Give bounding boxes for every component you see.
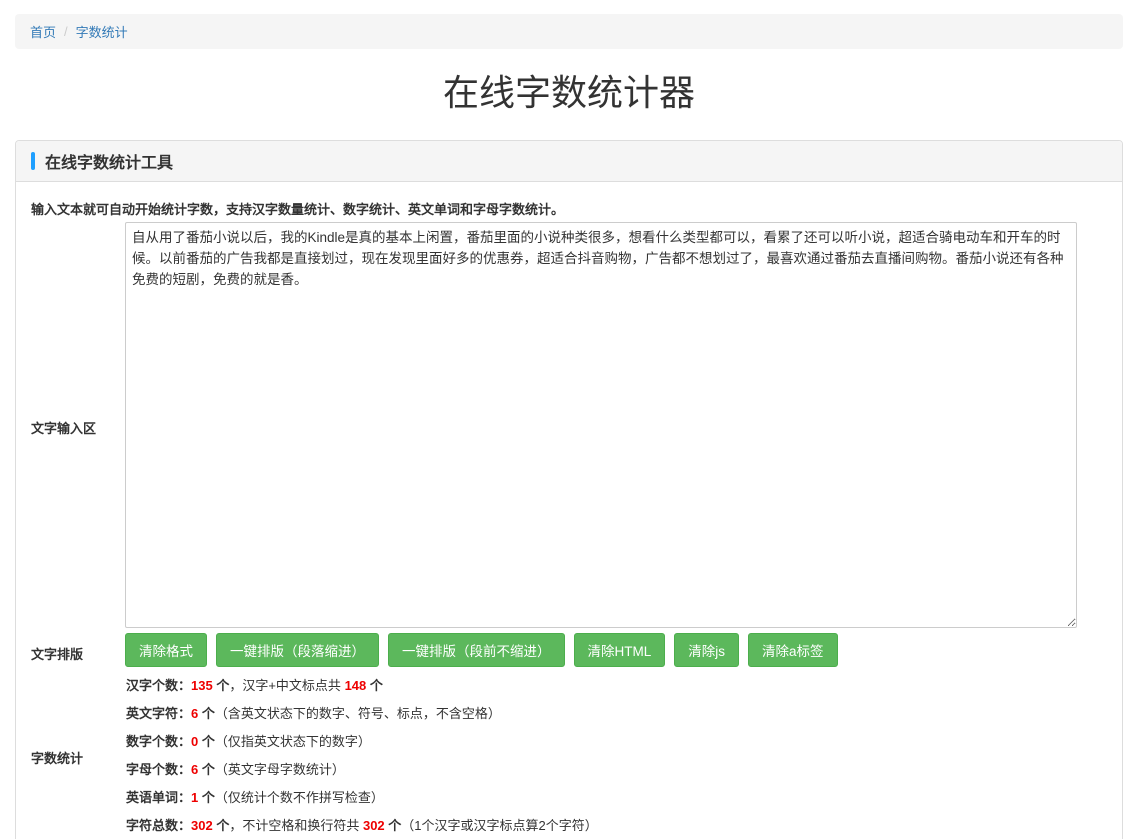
stat-digits: 数字个数：0 个（仅指英文状态下的数字）: [126, 734, 371, 749]
stat-english-chars: 英文字符：6 个（含英文状态下的数字、符号、标点，不含空格）: [126, 706, 501, 721]
stat-total: 字符总数：302 个，不计空格和换行符共 302 个（1个汉字或汉字标点算2个字…: [126, 818, 598, 833]
text-input-area[interactable]: 自从用了番茄小说以后，我的Kindle是真的基本上闲置，番茄里面的小说种类很多，…: [125, 222, 1077, 628]
format-label: 文字排版: [31, 647, 84, 662]
stats-label: 字数统计: [31, 751, 84, 766]
stat-words: 英语单词：1 个（仅统计个数不作拼写检查）: [126, 790, 384, 805]
clear-format-button[interactable]: 清除格式: [125, 633, 207, 667]
word-count-panel: 在线字数统计工具 输入文本就可自动开始统计字数，支持汉字数量统计、数字统计、英文…: [15, 140, 1123, 839]
format-indent-button[interactable]: 一键排版（段落缩进）: [216, 633, 379, 667]
clear-js-button[interactable]: 清除js: [674, 633, 739, 667]
breadcrumb: 首页 / 字数统计: [15, 14, 1123, 49]
breadcrumb-separator: /: [64, 24, 68, 39]
clear-html-button[interactable]: 清除HTML: [573, 633, 666, 667]
panel-heading: 在线字数统计工具: [16, 141, 1122, 182]
format-button-row: 清除格式 一键排版（段落缩进） 一键排版（段前不缩进） 清除HTML 清除js …: [125, 633, 838, 667]
stat-letters: 字母个数：6 个（英文字母字数统计）: [126, 762, 345, 777]
input-area-label: 文字输入区: [31, 421, 97, 436]
panel-title: 在线字数统计工具: [45, 155, 174, 172]
stat-hanzi: 汉字个数：135 个，汉字+中文标点共 148 个: [126, 678, 383, 693]
heading-accent-bar: [31, 152, 35, 170]
breadcrumb-current-link[interactable]: 字数统计: [76, 22, 128, 41]
stats-list: 汉字个数：135 个，汉字+中文标点共 148 个 英文字符：6 个（含英文状态…: [126, 677, 598, 839]
clear-a-tag-button[interactable]: 清除a标签: [748, 633, 838, 667]
format-no-indent-button[interactable]: 一键排版（段前不缩进）: [388, 633, 565, 667]
breadcrumb-home-link[interactable]: 首页: [30, 22, 56, 41]
page-title: 在线字数统计器: [442, 73, 695, 114]
panel-intro: 输入文本就可自动开始统计字数，支持汉字数量统计、数字统计、英文单词和字母字数统计…: [31, 202, 565, 217]
